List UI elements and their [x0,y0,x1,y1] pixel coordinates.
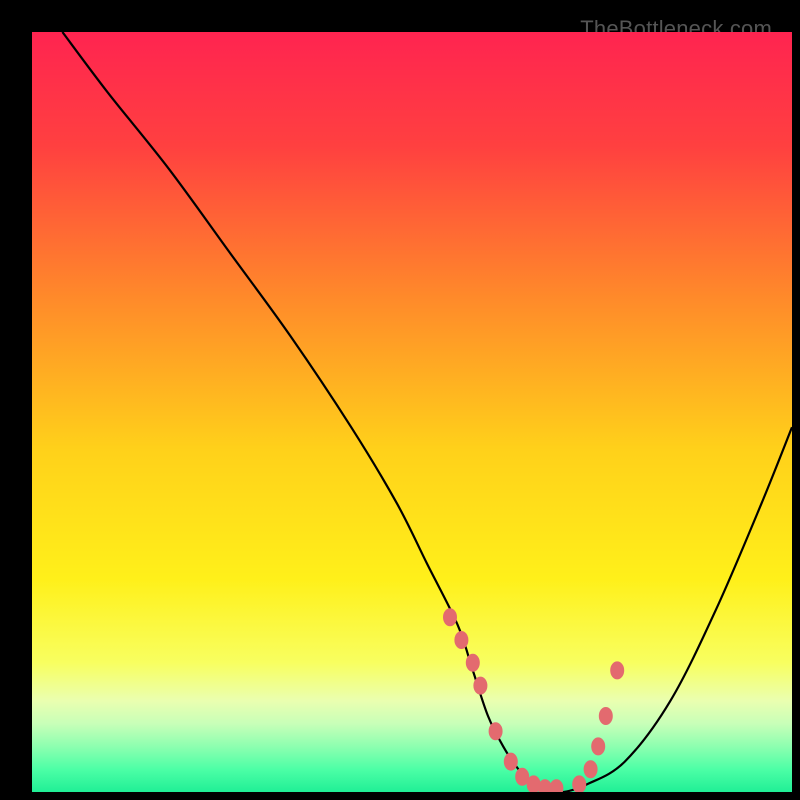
marker-dot [504,753,518,771]
marker-dot [599,707,613,725]
gradient-background [32,32,792,792]
marker-dot [443,608,457,626]
bottleneck-chart [32,32,792,792]
marker-dot [466,654,480,672]
marker-dot [473,677,487,695]
marker-dot [454,631,468,649]
marker-dot [489,722,503,740]
chart-frame: TheBottleneck.com [12,12,788,788]
marker-dot [584,760,598,778]
marker-dot [591,737,605,755]
marker-dot [610,661,624,679]
